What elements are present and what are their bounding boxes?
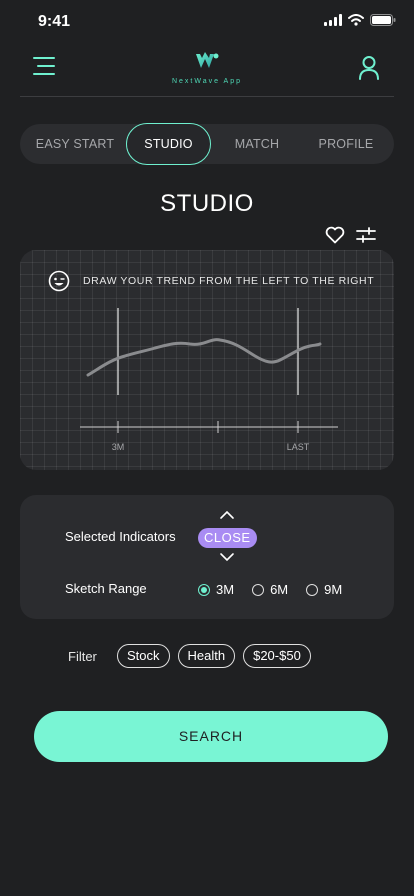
selected-indicators-label: Selected Indicators	[65, 529, 176, 544]
status-time: 9:41	[38, 13, 71, 30]
tab-easy-start[interactable]: EASY START	[30, 124, 120, 164]
sketch-instruction: DRAW YOUR TREND FROM THE LEFT TO THE RIG…	[83, 275, 375, 287]
range-option-9m[interactable]: 9M	[306, 582, 342, 597]
range-option-6m[interactable]: 6M	[252, 582, 288, 597]
axis-end-label: LAST	[287, 442, 310, 452]
indicator-settings-card: Selected Indicators CLOSE Sketch Range 3…	[20, 495, 394, 619]
page-title: STUDIO	[160, 190, 254, 217]
filter-chip-price[interactable]: $20-$50	[243, 644, 311, 668]
smile-icon	[48, 270, 70, 292]
battery-icon	[370, 14, 396, 26]
axis-start-label: 3M	[112, 442, 125, 452]
chevron-down-icon[interactable]	[219, 552, 235, 562]
wifi-icon	[348, 14, 364, 26]
app-logo: NextWave App	[160, 52, 254, 85]
tab-match[interactable]: MATCH	[224, 124, 290, 164]
user-profile-icon[interactable]	[358, 55, 382, 81]
tab-profile[interactable]: PROFILE	[308, 124, 384, 164]
chevron-up-icon[interactable]	[219, 510, 235, 520]
signal-icon	[324, 14, 342, 26]
user-sketch-line[interactable]	[86, 338, 322, 377]
heart-icon[interactable]	[325, 226, 345, 244]
filter-chip-health[interactable]: Health	[177, 644, 236, 668]
header-divider	[20, 96, 394, 97]
filter-label: Filter	[68, 649, 97, 664]
tab-studio[interactable]: STUDIO	[126, 123, 211, 165]
nextwave-logo-icon	[196, 52, 219, 68]
range-option-3m[interactable]: 3M	[198, 582, 234, 597]
sketch-canvas-card[interactable]: 3M LAST DRAW YOUR TREND FROM THE LEFT TO…	[20, 250, 394, 470]
radio-empty-icon	[252, 583, 265, 596]
filter-chip-stock[interactable]: Stock	[117, 644, 170, 668]
filter-chips: Stock Health $20-$50	[117, 644, 311, 668]
selected-indicator-value[interactable]: CLOSE	[198, 528, 257, 548]
search-button[interactable]: SEARCH	[34, 711, 388, 762]
sliders-icon[interactable]	[356, 227, 376, 243]
tab-bar: EASY START STUDIO MATCH PROFILE	[20, 123, 394, 165]
app-name: NextWave App	[171, 78, 243, 85]
hamburger-menu-icon[interactable]	[33, 57, 57, 79]
sketch-range-options: 3M 6M 9M	[198, 582, 360, 597]
radio-empty-icon	[306, 583, 319, 596]
sketch-range-label: Sketch Range	[65, 581, 147, 596]
radio-selected-icon	[198, 583, 210, 596]
status-icons	[324, 14, 396, 26]
